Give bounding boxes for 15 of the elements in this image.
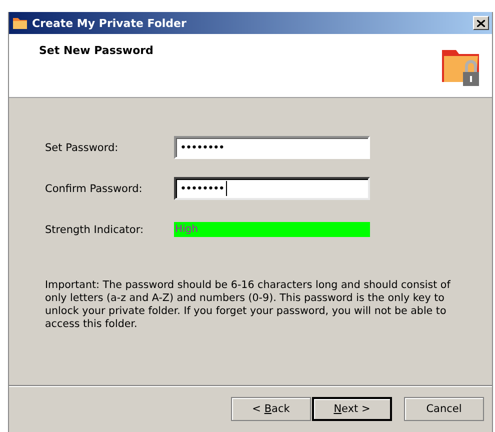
strength-label: Strength Indicator: [45,224,145,236]
password-field[interactable]: •••••••• [174,136,370,159]
wizard-button[interactable]: Next > [312,397,392,421]
important-note: Important: The password should be 6-16 characters long and should consist of only letters (a-z and A-Z) and numbers (0-9). This password is the only key to unlock your private folder. If you forget your password, you will not be able to access this folder. [45,279,452,331]
strength-reading: High [174,224,198,235]
wizard-button[interactable]: Cancel [404,397,484,421]
password-field[interactable]: •••••••• [174,177,370,200]
page-title: Set New Password [39,44,154,59]
wizard-button[interactable]: < Back [231,397,311,421]
close-button[interactable] [473,16,489,30]
field-label: Set Password: [45,142,120,154]
folder-icon [12,16,28,30]
field-label: Confirm Password: [45,182,144,194]
window-title: Create My Private Folder [32,16,188,30]
close-icon [477,20,485,26]
